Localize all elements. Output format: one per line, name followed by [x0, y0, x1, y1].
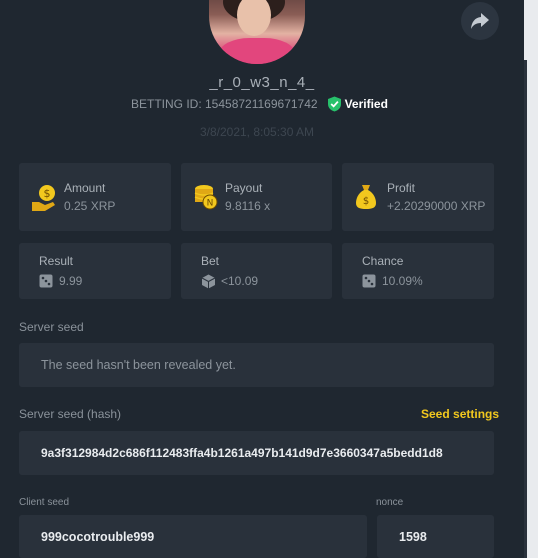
svg-text:N: N: [207, 199, 214, 209]
profit-card: $ Profit +2.20290000 XRP: [342, 163, 494, 231]
betting-id: BETTING ID: 15458721169671742: [131, 97, 318, 111]
client-seed-label: Client seed: [19, 497, 70, 508]
svg-text:$: $: [363, 196, 369, 207]
server-seed-value: The seed hasn't been revealed yet.: [41, 358, 236, 372]
verified-label: Verified: [344, 97, 388, 111]
bet-value: <10.09: [221, 274, 259, 288]
payout-card: N Payout 9.8116 x: [181, 163, 332, 231]
amount-label: Amount: [64, 181, 106, 195]
verified-badge: Verified: [327, 96, 388, 112]
server-seed-hash-value: 9a3f312984d2c686f112483ffa4b1261a497b141…: [41, 446, 443, 460]
result-value: 9.99: [59, 274, 83, 288]
payout-value: 9.8116 x: [225, 199, 271, 213]
amount-card: $ Amount 0.25 XRP: [19, 163, 171, 231]
verified-shield-icon: [327, 96, 341, 112]
result-card: Result 9.99: [19, 243, 171, 299]
client-seed-value: 999cocotrouble999: [41, 529, 155, 544]
avatar: [209, 0, 305, 64]
username: _r_0_w3_n_4_: [209, 74, 315, 91]
bet-label: Bet: [201, 254, 220, 268]
profit-label: Profit: [387, 181, 416, 195]
svg-text:$: $: [44, 187, 51, 200]
chance-value: 10.09%: [382, 274, 423, 288]
money-bag-icon: $: [356, 185, 376, 209]
dice-icon: [39, 274, 53, 288]
seed-settings-link[interactable]: Seed settings: [421, 407, 499, 421]
profit-value: +2.20290000 XRP: [387, 199, 486, 213]
result-label: Result: [39, 254, 74, 268]
chance-label: Chance: [362, 254, 404, 268]
cube-icon: [201, 274, 216, 289]
payout-label: Payout: [225, 181, 263, 195]
nonce-value: 1598: [399, 529, 427, 544]
server-seed-hash-label: Server seed (hash): [19, 407, 122, 421]
server-seed-hash-field[interactable]: 9a3f312984d2c686f112483ffa4b1261a497b141…: [19, 431, 494, 475]
timestamp: 3/8/2021, 8:05:30 AM: [199, 125, 315, 139]
server-seed-field: The seed hasn't been revealed yet.: [19, 343, 494, 387]
nonce-input[interactable]: 1598: [377, 515, 494, 558]
bet-card: Bet <10.09: [181, 243, 332, 299]
nonce-label: nonce: [376, 497, 404, 508]
coin-stack-icon: N: [194, 185, 218, 210]
amount-value: 0.25 XRP: [64, 199, 116, 213]
share-button[interactable]: [461, 2, 499, 40]
window-edge: [524, 0, 538, 558]
chance-card: Chance 10.09%: [342, 243, 494, 299]
money-hand-icon: $: [32, 185, 55, 211]
dice-icon: [362, 274, 376, 288]
client-seed-input[interactable]: 999cocotrouble999: [19, 515, 367, 558]
server-seed-label: Server seed: [19, 320, 84, 334]
share-icon: [471, 13, 489, 29]
